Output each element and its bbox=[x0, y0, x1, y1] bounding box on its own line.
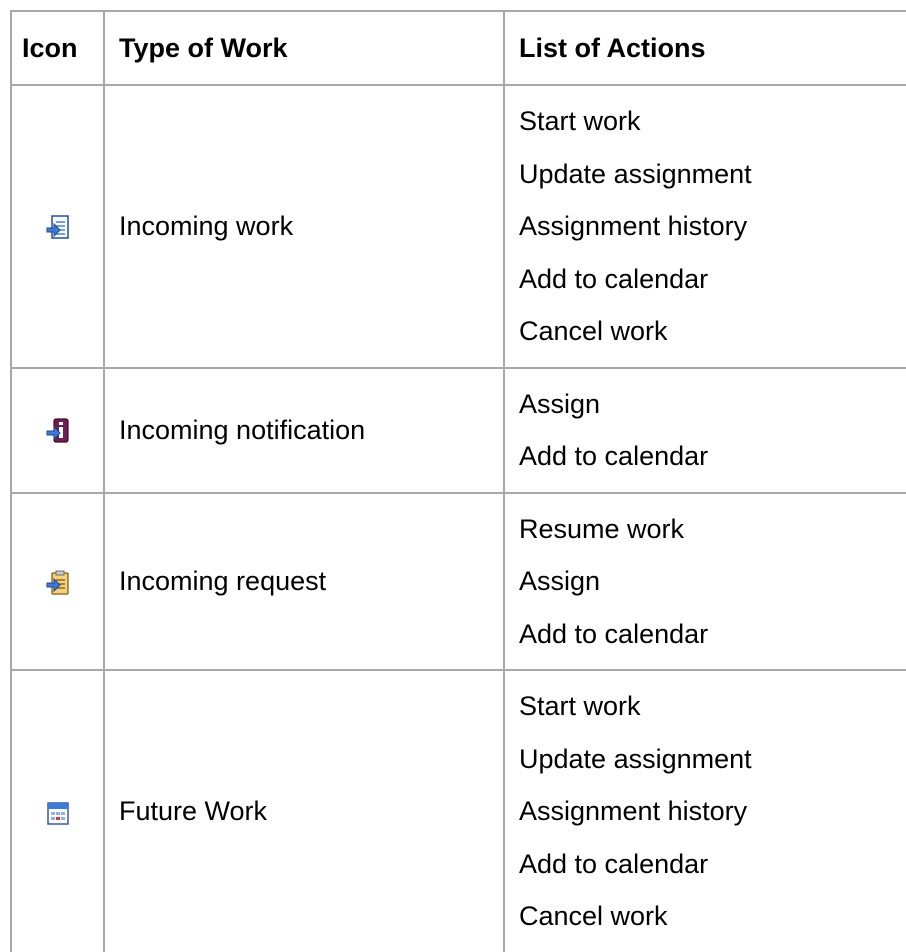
incoming-request-icon bbox=[46, 570, 69, 595]
icon-cell bbox=[10, 366, 105, 494]
incoming-notification-icon bbox=[46, 418, 69, 443]
action-resume-work: Resume work bbox=[519, 513, 685, 544]
action-start-work: Start work bbox=[519, 106, 641, 136]
action-add-to-calendar: Add to calendar bbox=[519, 848, 709, 879]
table-row: Incoming notification Assign Add to cale… bbox=[10, 366, 906, 494]
actions-cell: Resume work Assign Add to calendar bbox=[503, 491, 906, 671]
type-cell: Incoming work bbox=[103, 84, 505, 369]
icon-cell bbox=[10, 669, 105, 952]
action-assign: Assign bbox=[519, 566, 601, 596]
action-update-assignment: Update assignment bbox=[519, 743, 752, 774]
icon-cell bbox=[10, 84, 105, 369]
action-cancel-work: Cancel work bbox=[519, 316, 668, 346]
action-add-to-calendar: Add to calendar bbox=[519, 618, 709, 649]
action-update-assignment: Update assignment bbox=[519, 158, 752, 189]
action-assign: Assign bbox=[519, 388, 601, 419]
header-type-of-work: Type of Work bbox=[103, 10, 505, 86]
header-icon: Icon bbox=[10, 10, 105, 86]
type-cell: Future Work bbox=[103, 669, 505, 952]
action-add-to-calendar: Add to calendar bbox=[519, 263, 709, 294]
incoming-work-icon bbox=[46, 214, 69, 239]
future-work-icon bbox=[46, 801, 69, 825]
table-row: Incoming work Start work Update assignme… bbox=[10, 84, 906, 369]
action-assignment-history: Assignment history bbox=[519, 211, 748, 241]
header-row: Icon Type of Work List of Actions bbox=[10, 10, 906, 86]
actions-cell: Start work Update assignment Assignment … bbox=[503, 669, 906, 952]
table-row: Future Work Start work Update assignment… bbox=[10, 669, 906, 952]
type-cell: Incoming request bbox=[103, 491, 505, 671]
action-cancel-work: Cancel work bbox=[519, 901, 668, 931]
type-cell: Incoming notification bbox=[103, 366, 505, 494]
table-row: Incoming request Resume work Assign Add … bbox=[10, 491, 906, 671]
work-types-table: Icon Type of Work List of Actions Incomi… bbox=[10, 10, 906, 952]
action-start-work: Start work bbox=[519, 691, 641, 721]
action-assignment-history: Assignment history bbox=[519, 796, 748, 826]
actions-cell: Assign Add to calendar bbox=[503, 366, 906, 494]
icon-cell bbox=[10, 491, 105, 671]
header-list-of-actions: List of Actions bbox=[503, 10, 906, 86]
actions-cell: Start work Update assignment Assignment … bbox=[503, 84, 906, 369]
action-add-to-calendar: Add to calendar bbox=[519, 441, 709, 471]
